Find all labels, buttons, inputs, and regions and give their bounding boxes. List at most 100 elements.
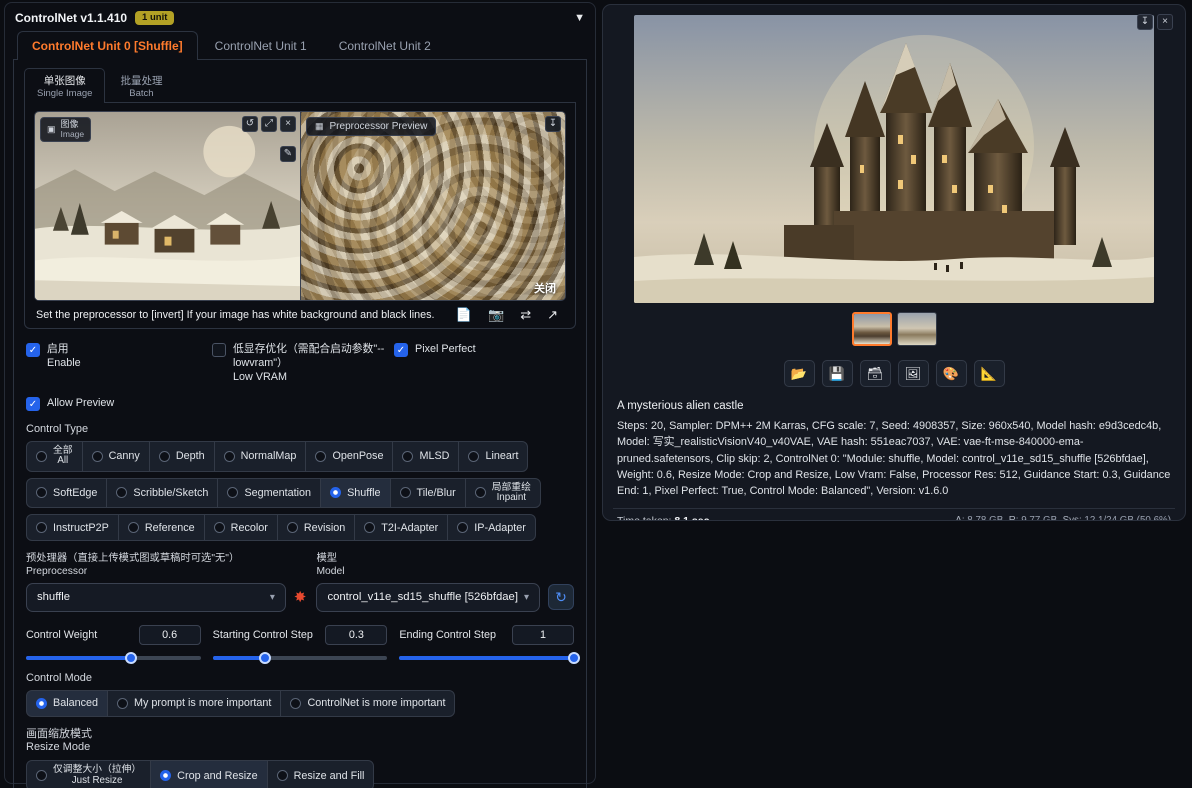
send-to-extras-button[interactable]: 📐	[973, 360, 1005, 387]
control-type-option-reference[interactable]: Reference	[117, 514, 205, 542]
save-image-button[interactable]: 💾	[821, 360, 853, 387]
control-type-option-depth[interactable]: Depth	[148, 441, 215, 472]
lowvram-checkbox[interactable]: 低显存优化（需配合启动参数"--lowvram"） Low VRAM	[212, 342, 394, 384]
clear-image-button[interactable]: ×	[280, 116, 296, 132]
expand-icon[interactable]: ⤢	[261, 116, 277, 132]
control-type-option-softedge[interactable]: SoftEdge	[26, 477, 108, 509]
radio-icon	[36, 522, 47, 534]
starting-step-input[interactable]: 0.3	[325, 624, 388, 645]
model-dropdown[interactable]: control_v11e_sd15_shuffle [526bfdae] ▾	[316, 582, 540, 612]
canvas-tools: 📄 📷 ⇄ ↗	[456, 308, 558, 321]
control-type-option-segmentation[interactable]: Segmentation	[217, 477, 322, 509]
run-preprocessor-button[interactable]: ✸	[294, 590, 307, 605]
control-mode-option-balanced[interactable]: Balanced	[26, 689, 109, 717]
control-type-label: Control Type	[26, 423, 89, 436]
control-type-option-mlsd[interactable]: MLSD	[392, 441, 460, 472]
generated-image[interactable]	[634, 15, 1154, 303]
enable-checkbox[interactable]: ✓ 启用 Enable	[26, 342, 212, 384]
preprocessor-value: shuffle	[37, 591, 71, 604]
tab-single-image[interactable]: 单张图像 Single Image	[24, 68, 106, 103]
close-preview-button[interactable]: 关闭	[534, 280, 556, 296]
slider-handle[interactable]	[259, 651, 272, 664]
accordion-header[interactable]: ControlNet v1.1.410 1 unit ▼	[13, 9, 587, 31]
control-mode-option-prompt[interactable]: My prompt is more important	[107, 689, 282, 717]
mem-r-label: R	[1008, 515, 1016, 521]
webcam-button[interactable]: 📷	[488, 308, 504, 321]
note-row: Set the preprocessor to [invert] If your…	[34, 308, 566, 321]
control-type-option-normalmap[interactable]: NormalMap	[213, 441, 307, 472]
control-weight-slider[interactable]	[26, 651, 201, 664]
preprocessor-dropdown[interactable]: shuffle ▾	[26, 582, 286, 612]
save-zip-button[interactable]: 🗃	[859, 360, 891, 387]
close-gallery-button[interactable]: ×	[1157, 14, 1173, 30]
allow-preview-label: Allow Preview	[47, 397, 115, 410]
generated-image-art	[634, 15, 1154, 303]
control-type-option-lineart[interactable]: Lineart	[458, 441, 529, 472]
radio-icon	[402, 450, 414, 462]
control-type-option-scribble[interactable]: Scribble/Sketch	[106, 477, 219, 509]
edit-image-button[interactable]: ✎	[280, 146, 296, 162]
tab-unit-1[interactable]: ControlNet Unit 1	[200, 31, 322, 59]
tab-single-image-label-zh: 单张图像	[43, 75, 86, 87]
option-label: ControlNet is more important	[307, 697, 446, 710]
preprocessor-preview-chip: ▦ Preprocessor Preview	[306, 117, 437, 136]
input-image[interactable]: ▣ 图像 Image ↺ ⤢ × ✎	[34, 111, 300, 301]
control-type-option-canny[interactable]: Canny	[81, 441, 150, 472]
preview-chip-icon: ▦	[315, 121, 324, 131]
radio-icon	[474, 487, 486, 499]
resize-mode-option-just-resize[interactable]: 仅调整大小（拉伸） Just Resize	[26, 760, 152, 788]
control-type-option-shuffle[interactable]: Shuffle	[320, 477, 391, 509]
preprocessor-invert-note: Set the preprocessor to [invert] If your…	[36, 308, 435, 321]
send-to-img2img-button[interactable]: 🖼	[897, 360, 929, 387]
pixel-perfect-checkbox[interactable]: ✓ Pixel Perfect	[394, 342, 476, 384]
download-preview-button[interactable]: ↧	[545, 116, 561, 132]
thumbnail-1-selected[interactable]	[851, 312, 892, 346]
starting-step-slider[interactable]	[212, 651, 388, 664]
control-weight-input[interactable]: 0.6	[138, 624, 201, 645]
send-to-inpaint-button[interactable]: 🎨	[935, 360, 967, 387]
control-type-option-revision[interactable]: Revision	[276, 514, 356, 542]
tab-unit-2[interactable]: ControlNet Unit 2	[324, 31, 446, 59]
preprocessor-preview-image[interactable]: ▦ Preprocessor Preview ↧ 关闭	[300, 111, 566, 301]
slider-handle[interactable]	[568, 651, 581, 664]
undo-icon[interactable]: ↺	[242, 116, 258, 132]
open-folder-button[interactable]: 📂	[783, 360, 815, 387]
tab-batch-label-en: Batch	[129, 88, 154, 99]
control-type-option-openpose[interactable]: OpenPose	[305, 441, 394, 472]
control-type-option-all[interactable]: 全部 All	[26, 441, 83, 472]
resize-mode-label: 画面缩放模式 Resize Mode	[24, 728, 576, 754]
tab-unit-0[interactable]: ControlNet Unit 0 [Shuffle]	[17, 31, 198, 60]
refresh-models-button[interactable]: ↻	[548, 584, 574, 611]
control-type-option-ip-adapter[interactable]: IP-Adapter	[447, 514, 536, 542]
slider-handle[interactable]	[124, 651, 137, 664]
radio-icon	[158, 450, 170, 462]
allow-preview-checkbox[interactable]: ✓ Allow Preview	[26, 396, 115, 412]
control-type-option-inpaint[interactable]: 局部重绘 Inpaint	[464, 477, 541, 509]
ending-step-input[interactable]: 1	[512, 624, 575, 645]
tab-batch[interactable]: 批量处理 Batch	[107, 68, 175, 102]
ending-step-slider[interactable]	[399, 651, 581, 664]
ending-step-group: Ending Control Step 1	[399, 624, 581, 664]
control-type-option-tile-blur[interactable]: Tile/Blur	[389, 477, 466, 509]
control-type-option-t2i-adapter[interactable]: T2I-Adapter	[354, 514, 449, 542]
control-type-option-instructp2p[interactable]: InstructP2P	[26, 514, 119, 542]
control-type-option-recolor[interactable]: Recolor	[203, 514, 278, 542]
enable-label-en: Enable	[47, 357, 81, 370]
radio-icon	[36, 487, 47, 499]
control-mode-option-controlnet[interactable]: ControlNet is more important	[280, 689, 456, 717]
result-panel: ↧ × 📂 💾 🗃 🖼 🎨 📐 A mysterious alien castl…	[602, 4, 1186, 521]
time-taken-value: 8.1 sec.	[674, 514, 713, 521]
download-image-button[interactable]: ↧	[1137, 14, 1153, 30]
resize-mode-option-resize-and-fill[interactable]: Resize and Fill	[266, 760, 375, 788]
thumbnail-2[interactable]	[896, 312, 937, 346]
mirror-webcam-icon[interactable]: ⇄	[520, 308, 531, 321]
mem-a-value: : 8.78 GB,	[961, 515, 1009, 521]
new-canvas-button[interactable]: 📄	[456, 308, 472, 321]
send-dimensions-button[interactable]: ↗	[547, 308, 558, 321]
mem-r-value: : 9.77 GB,	[1015, 515, 1063, 521]
radio-icon	[117, 697, 129, 709]
collapse-icon[interactable]: ▼	[574, 12, 585, 24]
image-row: ▣ 图像 Image ↺ ⤢ × ✎ ▦ Preprocessor Previe…	[34, 111, 566, 301]
resize-mode-option-crop-and-resize[interactable]: Crop and Resize	[150, 760, 268, 788]
checkbox-check-icon: ✓	[394, 343, 408, 357]
